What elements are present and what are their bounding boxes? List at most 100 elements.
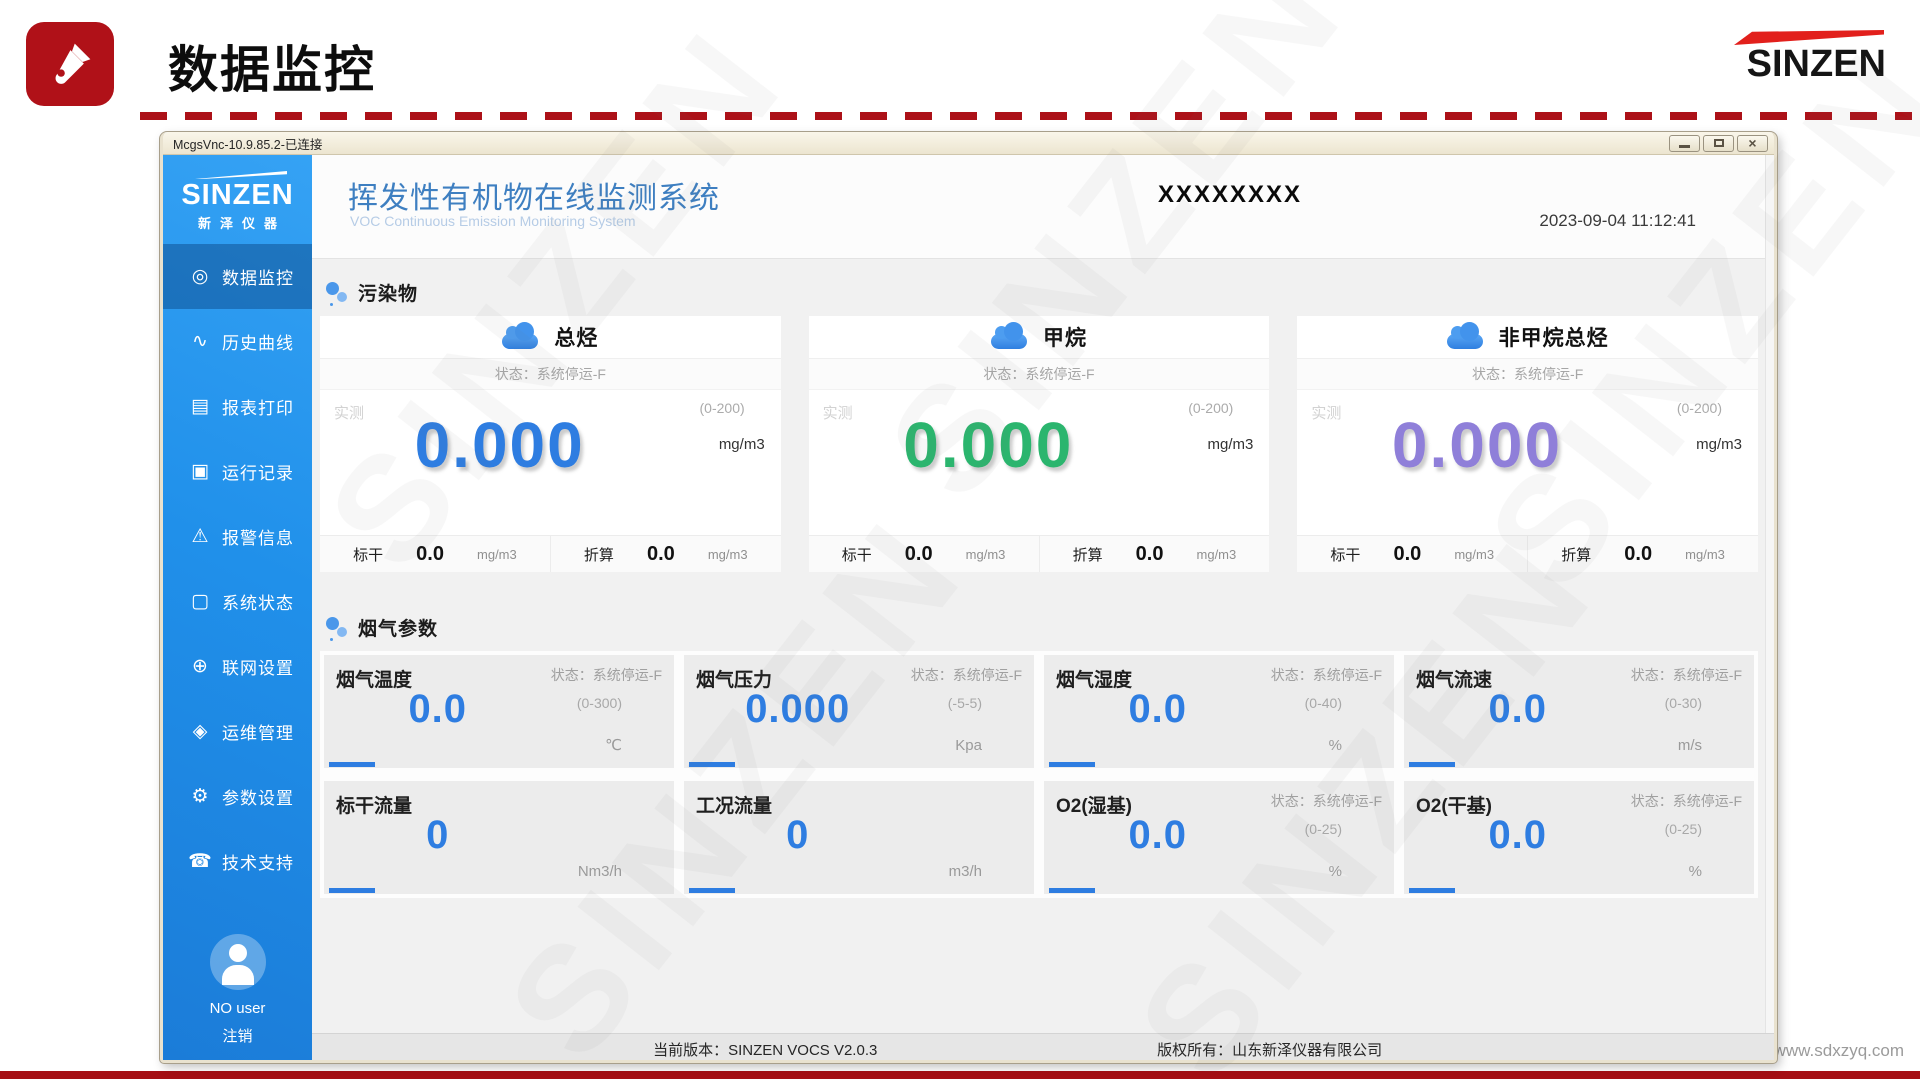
status-text: 状态：系统停运-F: [1271, 665, 1382, 685]
flue-gas-tile: O2(湿基) 状态：系统停运-F (0-25) 0.0 %: [1044, 781, 1394, 894]
status-text: 状态：系统停运-F: [1631, 665, 1742, 685]
sidebar-item[interactable]: ⊕ 联网设置: [163, 634, 312, 699]
bubbles-icon: [324, 615, 348, 641]
main-area: 挥发性有机物在线监测系统 VOC Continuous Emission Mon…: [312, 155, 1774, 1060]
bubbles-icon: [324, 280, 348, 306]
trend-chart-icon: ∿: [187, 330, 213, 353]
unit-label: ℃: [605, 736, 622, 754]
measured-value: 0.000: [320, 408, 679, 482]
standard-dry-cell: 标干 0.0 mg/m3: [809, 536, 1039, 572]
converted-cell: 折算 0.0 mg/m3: [1527, 536, 1758, 572]
status-text: 状态：系统停运-F: [1631, 791, 1742, 811]
alarm-icon: ⚠: [187, 525, 213, 548]
pollutant-card: 非甲烷总烃 状态：系统停运-F 实测 (0-200) mg/m3 0.000: [1297, 316, 1758, 572]
minimize-icon[interactable]: [1669, 135, 1700, 152]
scrollbar[interactable]: [1765, 155, 1774, 1033]
status-text: 状态：系统停运-F: [320, 359, 781, 390]
parameter-value: 0.0: [324, 687, 552, 732]
pollutant-card: 总烃 状态：系统停运-F 实测 (0-200) mg/m3 0.000: [320, 316, 781, 572]
standard-dry-cell: 标干 0.0 mg/m3: [320, 536, 550, 572]
parameter-value: 0.0: [1404, 687, 1632, 732]
version-text: 当前版本：SINZEN VOCS V2.0.3: [653, 1039, 877, 1060]
status-text: 状态：系统停运-F: [1297, 359, 1758, 390]
close-icon[interactable]: ×: [1737, 135, 1768, 152]
pollutant-card: 甲烷 状态：系统停运-F 实测 (0-200) mg/m3 0.000: [809, 316, 1270, 572]
parameter-value: 0.0: [1404, 813, 1632, 858]
range-label: (0-200): [700, 400, 745, 416]
pen-badge: [26, 22, 114, 106]
sidebar: SINZEN 新泽仪器 ◎ 数据监控 ∿ 历史曲线 ▤ 报表打印: [163, 155, 312, 1060]
maintenance-shield-icon: ◈: [187, 720, 213, 743]
slide-root: 数据监控 SINZEN SINZEN SINZEN SINZEN SINZEN …: [0, 0, 1920, 1079]
gear-icon: ⚙: [187, 785, 213, 808]
range-label: (0-25): [1665, 821, 1702, 837]
flue-gas-tile: 工况流量 0 m3/h: [684, 781, 1034, 894]
pen-nib-icon: [44, 38, 96, 90]
logout-link[interactable]: 注销: [163, 1025, 312, 1046]
monitor-icon: ◎: [187, 265, 213, 288]
cloud-icon: [991, 334, 1027, 349]
network-icon: ⊕: [187, 655, 213, 678]
user-name: NO user: [163, 1000, 312, 1017]
flue-gas-tile: 烟气流速 状态：系统停运-F (0-30) 0.0 m/s: [1404, 655, 1754, 768]
station-name: XXXXXXXX: [1158, 181, 1302, 209]
measured-value: 0.000: [809, 408, 1168, 482]
sidebar-item[interactable]: ◈ 运维管理: [163, 699, 312, 764]
sidebar-logo: SINZEN 新泽仪器: [163, 155, 312, 232]
flue-gas-panel: 烟气温度 状态：系统停运-F (0-300) 0.0 ℃ 烟气压力 状态：系统停…: [320, 651, 1758, 898]
page-title: 数据监控: [168, 30, 376, 102]
flue-gas-tile: 烟气压力 状态：系统停运-F (-5-5) 0.000 Kpa: [684, 655, 1034, 768]
website-url: www.sdxzyq.com: [1774, 1041, 1904, 1061]
range-label: (0-200): [1188, 400, 1233, 416]
pollutant-name: 甲烷: [1043, 322, 1087, 352]
status-text: 状态：系统停运-F: [809, 359, 1270, 390]
window-titlebar[interactable]: McgsVnc-10.9.85.2-已连接 ×: [163, 132, 1774, 155]
flue-gas-section-header: 烟气参数: [324, 614, 1758, 641]
unit-label: %: [1329, 863, 1342, 880]
maximize-icon[interactable]: [1703, 135, 1734, 152]
unit-label: mg/m3: [1207, 436, 1253, 453]
range-label: (0-30): [1665, 695, 1702, 711]
app-header: 挥发性有机物在线监测系统 VOC Continuous Emission Mon…: [312, 155, 1774, 259]
logo-swoosh-icon: [195, 171, 287, 179]
unit-label: mg/m3: [1696, 436, 1742, 453]
converted-cell: 折算 0.0 mg/m3: [550, 536, 781, 572]
system-title-cn: 挥发性有机物在线监测系统: [348, 173, 720, 217]
divider-dashed: [140, 112, 1912, 120]
sidebar-item[interactable]: ▤ 报表打印: [163, 374, 312, 439]
sidebar-item[interactable]: ⚠ 报警信息: [163, 504, 312, 569]
standard-dry-cell: 标干 0.0 mg/m3: [1297, 536, 1527, 572]
copyright-text: 版权所有：山东新泽仪器有限公司: [1157, 1039, 1382, 1060]
unit-label: Kpa: [955, 737, 982, 754]
range-label: (0-200): [1677, 400, 1722, 416]
range-label: (0-300): [577, 695, 622, 711]
datetime: 2023-09-04 11:12:41: [1539, 211, 1696, 231]
pollutant-name: 非甲烷总烃: [1499, 322, 1609, 352]
pollutants-section-header: 污染物: [324, 279, 1758, 306]
flue-gas-tile: 烟气湿度 状态：系统停运-F (0-40) 0.0 %: [1044, 655, 1394, 768]
window-title: McgsVnc-10.9.85.2-已连接: [173, 134, 1666, 153]
status-text: 状态：系统停运-F: [911, 665, 1022, 685]
system-title-en: VOC Continuous Emission Monitoring Syste…: [350, 213, 636, 229]
document-icon: ▣: [187, 460, 213, 483]
sidebar-item[interactable]: ∿ 历史曲线: [163, 309, 312, 374]
status-text: 状态：系统停运-F: [1271, 791, 1382, 811]
unit-label: m/s: [1678, 737, 1702, 754]
sidebar-item[interactable]: ⚙ 参数设置: [163, 764, 312, 829]
flue-gas-tile: O2(干基) 状态：系统停运-F (0-25) 0.0 %: [1404, 781, 1754, 894]
pollutant-cards: 总烃 状态：系统停运-F 实测 (0-200) mg/m3 0.000: [320, 316, 1758, 572]
unit-label: %: [1329, 737, 1342, 754]
unit-label: m3/h: [949, 863, 982, 880]
sidebar-menu: ◎ 数据监控 ∿ 历史曲线 ▤ 报表打印 ▣ 运行记录 ⚠: [163, 244, 312, 894]
flue-gas-tile: 标干流量 0 Nm3/h: [324, 781, 674, 894]
measured-value: 0.000: [1297, 408, 1656, 482]
sidebar-item[interactable]: ▣ 运行记录: [163, 439, 312, 504]
converted-cell: 折算 0.0 mg/m3: [1039, 536, 1270, 572]
user-avatar-icon[interactable]: [210, 934, 266, 990]
bottom-accent-bar: [0, 1071, 1920, 1079]
parameter-value: 0.0: [1044, 687, 1272, 732]
sidebar-item[interactable]: ◎ 数据监控: [163, 244, 312, 309]
sidebar-item[interactable]: ☎ 技术支持: [163, 829, 312, 894]
sidebar-item[interactable]: ▢ 系统状态: [163, 569, 312, 634]
parameter-value: 0: [324, 813, 552, 858]
